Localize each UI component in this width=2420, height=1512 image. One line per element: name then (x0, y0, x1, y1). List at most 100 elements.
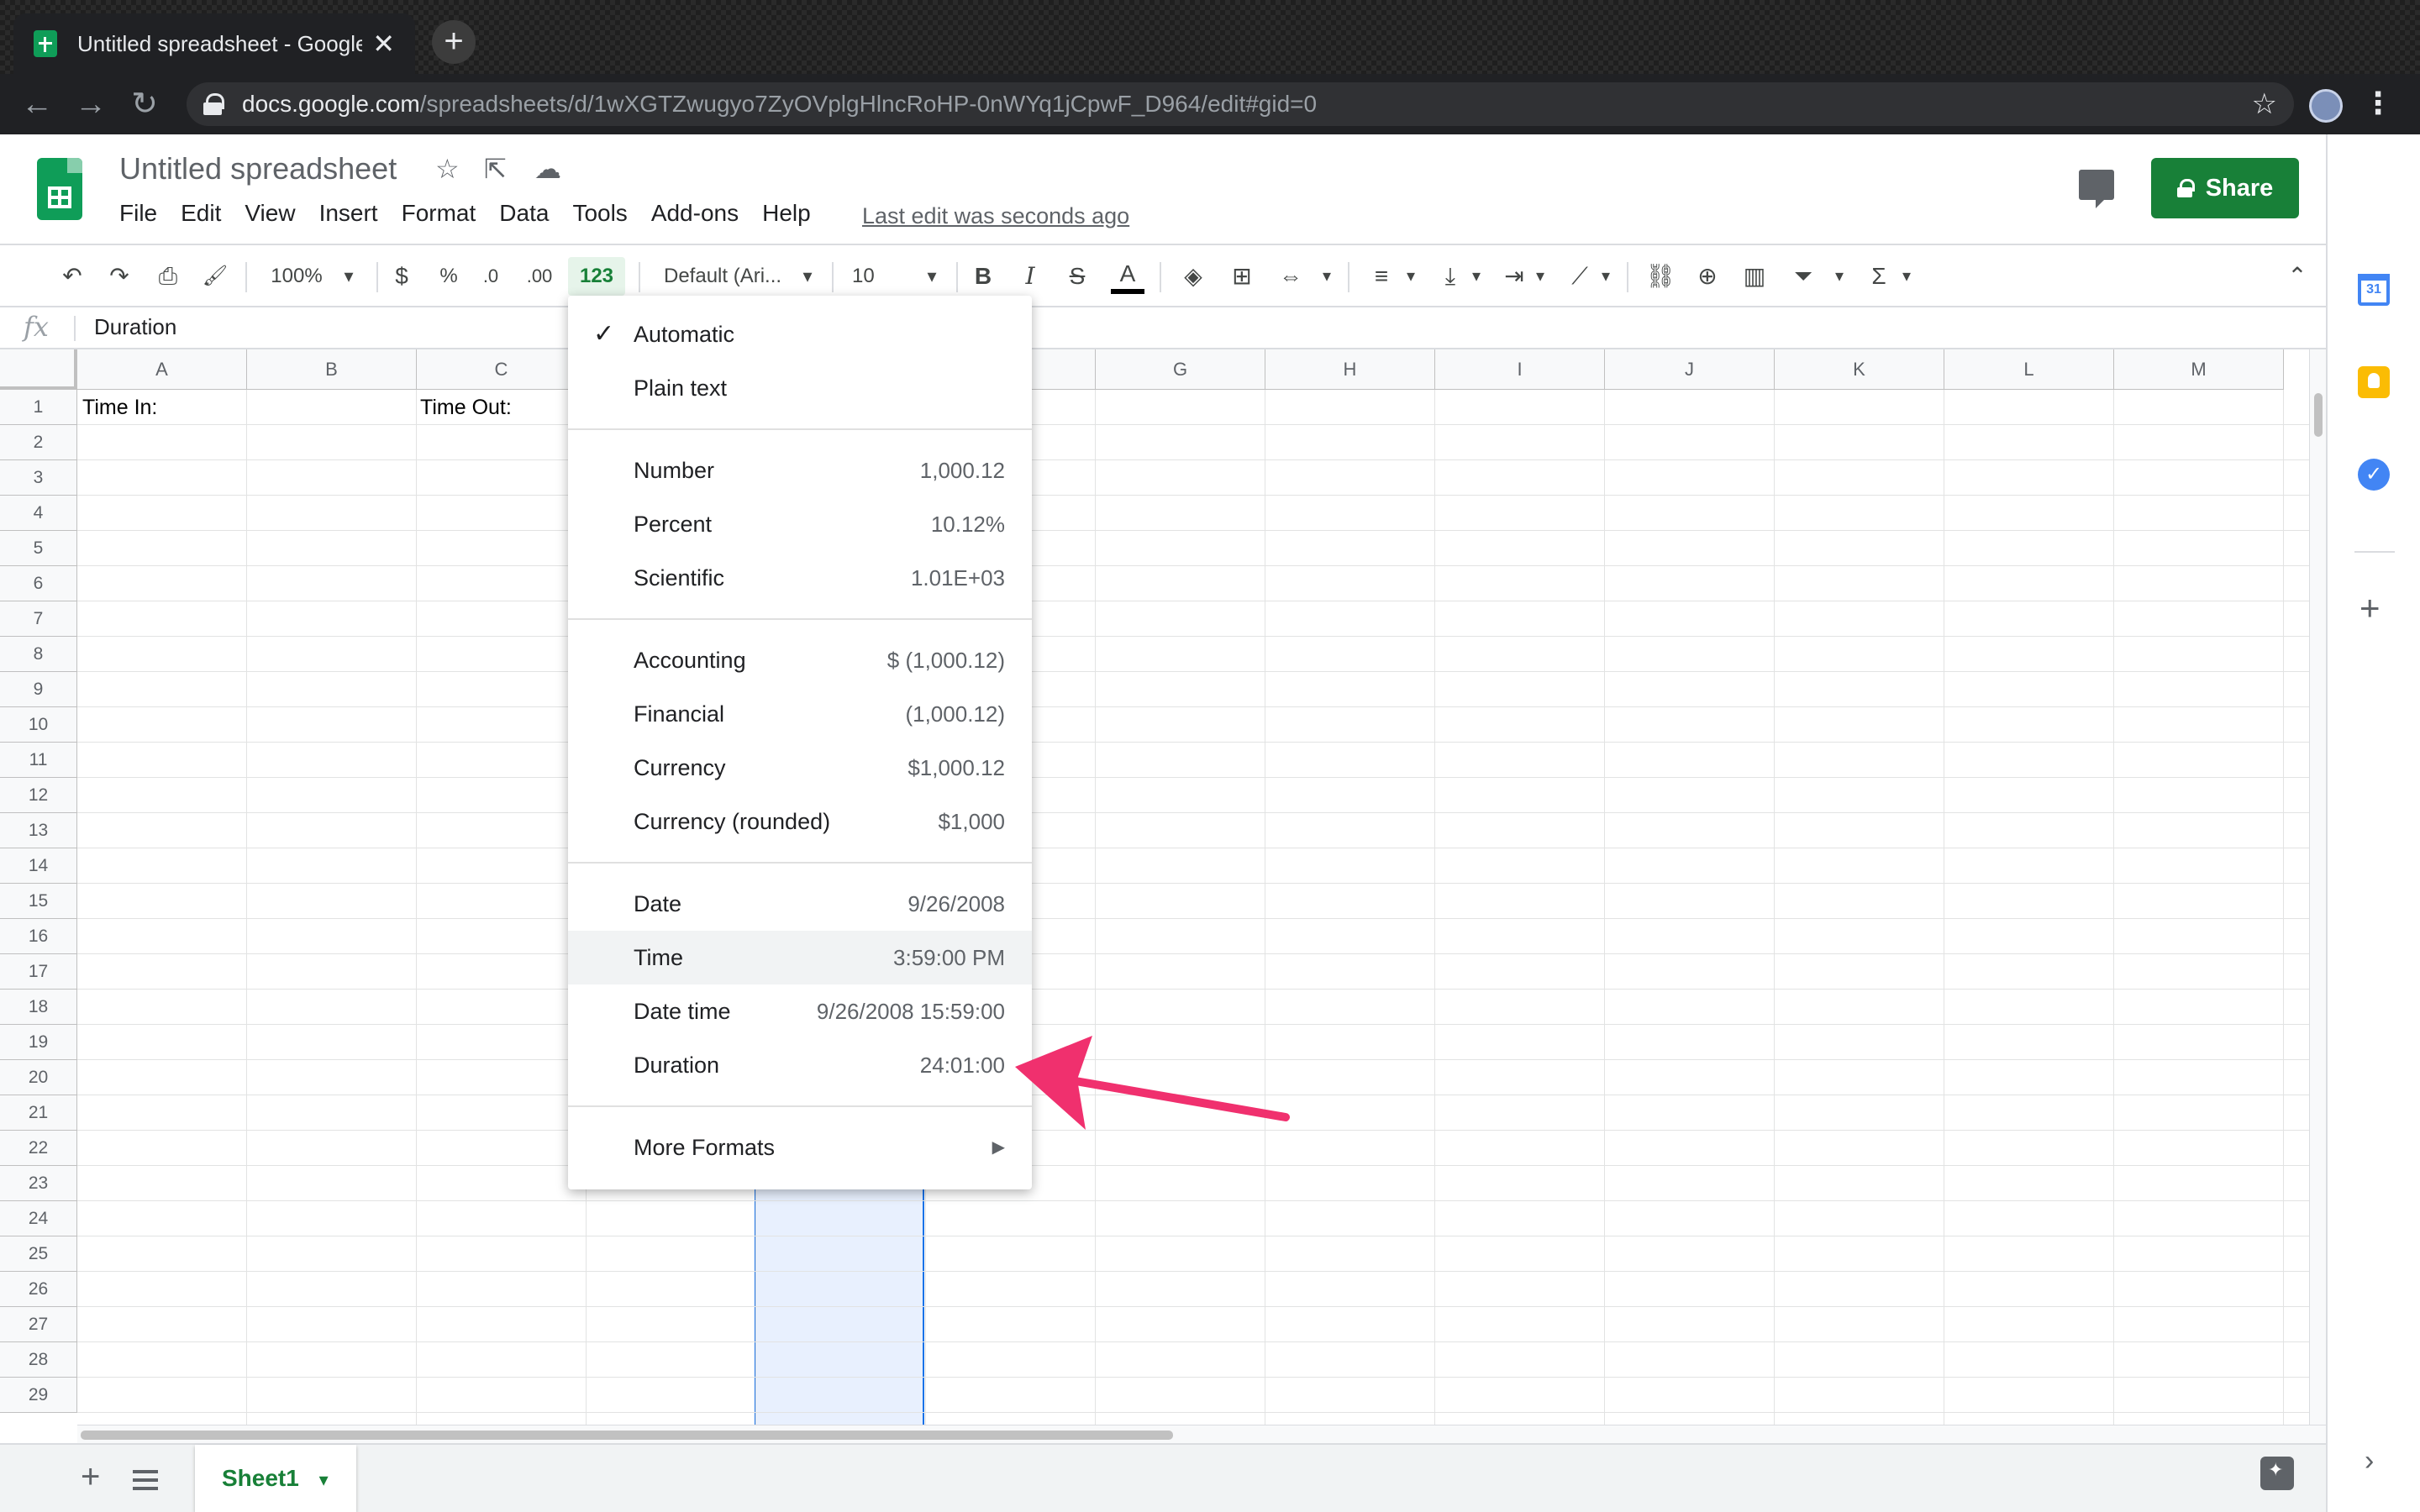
row-header-29[interactable]: 29 (0, 1378, 77, 1413)
currency-format-button[interactable]: $ (388, 257, 415, 296)
keep-icon[interactable] (2358, 366, 2390, 398)
insert-link-icon[interactable]: ⛓ (1644, 257, 1677, 296)
document-title[interactable]: Untitled spreadsheet (119, 151, 397, 186)
select-all-corner[interactable] (0, 349, 77, 390)
menu-tools[interactable]: Tools (572, 200, 627, 227)
row-header-2[interactable]: 2 (0, 425, 77, 460)
row-header-20[interactable]: 20 (0, 1060, 77, 1095)
column-header-l[interactable]: L (1944, 349, 2114, 390)
row-header-7[interactable]: 7 (0, 601, 77, 637)
reload-icon[interactable]: ↻ (123, 82, 166, 126)
text-rotation-icon[interactable]: ⟋ (1563, 257, 1597, 296)
comments-icon[interactable] (2079, 170, 2114, 208)
row-header-9[interactable]: 9 (0, 672, 77, 707)
format-plain-text[interactable]: Plain text (568, 361, 1032, 415)
menu-format[interactable]: Format (402, 200, 476, 227)
column-header-g[interactable]: G (1096, 349, 1265, 390)
sheet-tab-dropdown-icon[interactable]: ▾ (319, 1469, 329, 1490)
menu-view[interactable]: View (245, 200, 295, 227)
row-header-25[interactable]: 25 (0, 1236, 77, 1272)
calendar-icon[interactable]: 31 (2358, 274, 2390, 306)
bookmark-star-icon[interactable]: ☆ (2252, 87, 2277, 121)
row-header-28[interactable]: 28 (0, 1342, 77, 1378)
merge-cells-icon[interactable]: ⇔ (1274, 257, 1307, 296)
row-header-18[interactable]: 18 (0, 990, 77, 1025)
menu-data[interactable]: Data (499, 200, 549, 227)
functions-dropdown-icon[interactable]: ▾ (1896, 257, 1918, 296)
browser-menu-icon[interactable]: ⋮ (2363, 86, 2393, 121)
strikethrough-button[interactable]: S (1062, 257, 1092, 296)
column-header-b[interactable]: B (247, 349, 417, 390)
star-icon[interactable]: ☆ (435, 153, 460, 185)
filter-dropdown-icon[interactable]: ▾ (1828, 257, 1850, 296)
horizontal-scrollbar[interactable] (77, 1425, 2326, 1443)
tab-close-icon[interactable]: ✕ (372, 28, 395, 60)
add-sheet-button[interactable]: + (81, 1458, 100, 1496)
format-number[interactable]: Number 1,000.12 (568, 444, 1032, 497)
browser-profile-avatar[interactable] (2309, 89, 2343, 123)
menu-add-ons[interactable]: Add-ons (651, 200, 739, 227)
menu-edit[interactable]: Edit (181, 200, 221, 227)
back-icon[interactable]: ← (15, 82, 59, 126)
format-accounting[interactable]: Accounting $ (1,000.12) (568, 633, 1032, 687)
borders-icon[interactable]: ⊞ (1225, 257, 1259, 296)
zoom-select[interactable]: 100% (267, 257, 326, 296)
text-color-button[interactable]: A (1111, 257, 1144, 294)
font-family-select[interactable]: Default (Ari... (664, 257, 790, 296)
row-header-13[interactable]: 13 (0, 813, 77, 848)
row-header-16[interactable]: 16 (0, 919, 77, 954)
row-header-5[interactable]: 5 (0, 531, 77, 566)
italic-button[interactable]: I (1015, 257, 1045, 296)
browser-tab[interactable]: Untitled spreadsheet - Google ✕ (13, 13, 415, 74)
format-financial[interactable]: Financial (1,000.12) (568, 687, 1032, 741)
row-header-24[interactable]: 24 (0, 1201, 77, 1236)
horizontal-align-icon[interactable]: ≡ (1365, 257, 1398, 296)
collapse-toolbar-icon[interactable]: ⌃ (2281, 257, 2314, 296)
format-scientific[interactable]: Scientific 1.01E+03 (568, 551, 1032, 605)
formula-input[interactable]: Duration (94, 314, 176, 340)
format-date[interactable]: Date 9/26/2008 (568, 877, 1032, 931)
font-dropdown-icon[interactable]: ▾ (795, 257, 820, 296)
all-sheets-icon[interactable] (133, 1470, 158, 1490)
filter-icon[interactable]: ⏷ (1786, 257, 1820, 296)
sheet-tab-sheet1[interactable]: Sheet1 ▾ (195, 1445, 356, 1512)
column-header-j[interactable]: J (1605, 349, 1775, 390)
cloud-status-icon[interactable]: ☁ (534, 153, 561, 185)
row-header-21[interactable]: 21 (0, 1095, 77, 1131)
format-time[interactable]: Time 3:59:00 PM (568, 931, 1032, 984)
undo-icon[interactable]: ↶ (55, 257, 89, 296)
menu-file[interactable]: File (119, 200, 157, 227)
column-header-c[interactable]: C (417, 349, 587, 390)
rotation-dropdown-icon[interactable]: ▾ (1595, 257, 1617, 296)
format-percent[interactable]: Percent 10.12% (568, 497, 1032, 551)
increase-decimal-button[interactable]: .00 (521, 257, 558, 296)
font-size-select[interactable]: 10 (852, 257, 886, 296)
cell-a1[interactable]: Time In: (77, 390, 157, 425)
align-dropdown-icon[interactable]: ▾ (1400, 257, 1422, 296)
column-header-k[interactable]: K (1775, 349, 1944, 390)
column-header-m[interactable]: M (2114, 349, 2284, 390)
format-automatic[interactable]: ✓ Automatic (568, 307, 1032, 361)
valign-dropdown-icon[interactable]: ▾ (1465, 257, 1487, 296)
share-button[interactable]: Share (2151, 158, 2299, 218)
font-size-dropdown-icon[interactable]: ▾ (919, 257, 944, 296)
row-header-4[interactable]: 4 (0, 496, 77, 531)
row-header-12[interactable]: 12 (0, 778, 77, 813)
row-header-8[interactable]: 8 (0, 637, 77, 672)
row-header-19[interactable]: 19 (0, 1025, 77, 1060)
row-header-22[interactable]: 22 (0, 1131, 77, 1166)
row-header-23[interactable]: 23 (0, 1166, 77, 1201)
format-date-time[interactable]: Date time 9/26/2008 15:59:00 (568, 984, 1032, 1038)
expand-panel-icon[interactable]: › (2365, 1445, 2374, 1478)
column-header-h[interactable]: H (1265, 349, 1435, 390)
functions-icon[interactable]: Σ (1864, 257, 1894, 296)
format-duration[interactable]: Duration 24:01:00 (568, 1038, 1032, 1092)
last-edit-link[interactable]: Last edit was seconds ago (862, 203, 1129, 229)
row-header-27[interactable]: 27 (0, 1307, 77, 1342)
vertical-scrollbar[interactable] (2309, 349, 2326, 1425)
explore-icon[interactable] (2260, 1457, 2294, 1490)
zoom-dropdown-icon[interactable]: ▾ (336, 257, 361, 296)
text-wrap-icon[interactable]: ⇥ (1497, 257, 1531, 296)
new-tab-button[interactable]: + (432, 20, 476, 64)
decrease-decimal-button[interactable]: .0 (477, 257, 504, 296)
